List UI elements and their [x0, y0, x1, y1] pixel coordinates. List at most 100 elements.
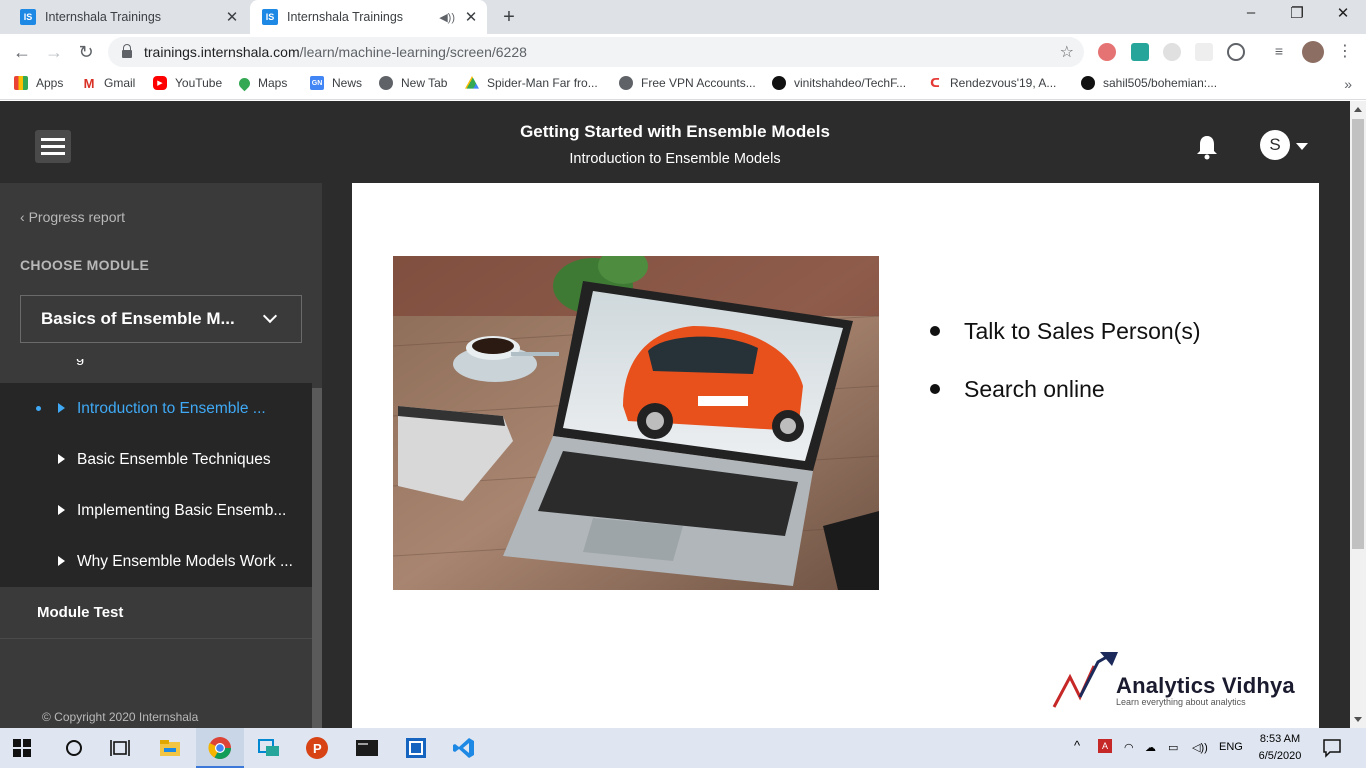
new-tab-button[interactable]: +: [499, 6, 519, 29]
windows-start-icon[interactable]: [13, 739, 31, 757]
laptop-car-photo: [393, 256, 879, 590]
github-icon: [772, 76, 786, 90]
caret-down-icon[interactable]: [1296, 143, 1308, 150]
vscode-icon[interactable]: [452, 736, 476, 760]
volume-icon[interactable]: ◁)): [1192, 741, 1208, 754]
youtube-icon: ▶: [153, 76, 167, 90]
lesson-item-implementing[interactable]: Implementing Basic Ensemb...: [0, 485, 312, 536]
bullet-item: Search online: [930, 374, 1200, 404]
remote-share-icon[interactable]: [257, 736, 281, 760]
bookmark-free-vpn[interactable]: Free VPN Accounts...: [619, 76, 756, 90]
windows-taskbar: P ^ A ◠ ☁ ▭ ◁)) ENG 8:53 AM 6/5/2020: [0, 728, 1366, 768]
globe-icon: [619, 76, 633, 90]
bookmark-apps[interactable]: Apps: [14, 76, 63, 90]
choose-module-heading: CHOOSE MODULE: [20, 257, 150, 273]
restore-window-button[interactable]: ❐: [1282, 4, 1312, 22]
selected-module-label: Basics of Ensemble M...: [41, 309, 235, 328]
bookmark-techf[interactable]: vinitshahdeo/TechF...: [772, 76, 906, 90]
wifi-icon[interactable]: ◠: [1124, 741, 1134, 754]
scrollbar-thumb[interactable]: [1352, 119, 1364, 549]
media-control-icon[interactable]: ≡: [1270, 43, 1288, 61]
terminal-app-icon[interactable]: [355, 736, 379, 760]
cloud-icon[interactable]: ☁: [1145, 741, 1156, 754]
system-clock[interactable]: 8:53 AM 6/5/2020: [1250, 731, 1310, 765]
tray-expand-chevron-icon[interactable]: ^: [1074, 738, 1080, 753]
close-tab-icon[interactable]: ✕: [461, 8, 481, 26]
svg-text:P: P: [313, 741, 322, 756]
chrome-icon[interactable]: [208, 736, 232, 760]
scroll-down-arrow-icon[interactable]: [1354, 717, 1362, 722]
lesson-label: Implementing Basic Ensemb...: [77, 501, 287, 519]
bullet-item: Talk to Sales Person(s): [930, 316, 1200, 346]
extension-code-icon[interactable]: [1227, 43, 1245, 61]
browser-toolbar: ← → ↻ trainings.internshala.com/learn/ma…: [0, 34, 1366, 70]
forward-arrow-icon[interactable]: →: [42, 40, 66, 64]
search-icon[interactable]: [62, 736, 86, 760]
lesson-item-basic-techniques[interactable]: Basic Ensemble Techniques: [0, 434, 312, 485]
browser-tab-1[interactable]: IS Internshala Trainings ✕: [8, 0, 248, 34]
play-triangle-icon: [58, 403, 65, 413]
module-test-item[interactable]: Module Test: [0, 587, 312, 639]
lesson-item-introduction[interactable]: Introduction to Ensemble ...: [0, 383, 312, 434]
user-avatar[interactable]: S: [1260, 130, 1290, 160]
postman-p-icon[interactable]: P: [305, 736, 329, 760]
audio-playing-icon[interactable]: ◀)): [439, 11, 455, 24]
lesson-item-why-work[interactable]: Why Ensemble Models Work ...: [0, 536, 312, 587]
bracket-app-icon[interactable]: [404, 736, 428, 760]
chrome-menu-icon[interactable]: ⋮: [1336, 43, 1354, 61]
progress-report-link[interactable]: ‹ Progress report: [20, 209, 125, 225]
copyright-text: © Copyright 2020 Internshala: [42, 710, 199, 724]
lesson-label: Why Ensemble Models Work ...: [77, 552, 293, 570]
extension-gear-icon[interactable]: [1163, 43, 1181, 61]
lesson-label: Basic Ensemble Techniques: [77, 450, 271, 468]
tab-title: Internshala Trainings: [45, 10, 162, 24]
github-icon: [1081, 76, 1095, 90]
acrobat-tray-icon[interactable]: A: [1098, 739, 1112, 753]
bookmark-spiderman[interactable]: Spider-Man Far fro...: [465, 76, 598, 90]
current-lesson-dot-icon: [36, 406, 41, 411]
more-bookmarks-icon[interactable]: »: [1344, 76, 1352, 92]
course-sidebar: ‹ Progress report CHOOSE MODULE Basics o…: [0, 183, 322, 728]
bookmark-new-tab[interactable]: New Tab: [379, 76, 447, 90]
play-triangle-icon: [58, 556, 65, 566]
close-window-button[interactable]: ✕: [1328, 4, 1358, 22]
back-arrow-icon[interactable]: ←: [10, 40, 34, 64]
sidebar-scrollbar[interactable]: [312, 388, 322, 728]
scroll-up-arrow-icon[interactable]: [1354, 107, 1362, 112]
lesson-list: g Introduction to Ensemble ... Basic Ens…: [0, 359, 312, 639]
minimize-window-button[interactable]: –: [1236, 4, 1266, 21]
close-tab-icon[interactable]: ✕: [222, 8, 242, 26]
bookmark-gmail[interactable]: M Gmail: [82, 76, 135, 91]
play-triangle-icon: [58, 505, 65, 515]
slide-bullets: Talk to Sales Person(s) Search online: [930, 316, 1200, 432]
extension-grid-icon[interactable]: [1195, 43, 1213, 61]
tab-title: Internshala Trainings: [287, 10, 404, 24]
bookmark-star-icon[interactable]: ☆: [1060, 42, 1074, 62]
page-scrollbar[interactable]: [1350, 101, 1366, 728]
bookmark-rendezvous[interactable]: ᑕ Rendezvous'19, A...: [928, 76, 1056, 90]
globe-icon: [379, 76, 393, 90]
bookmark-youtube[interactable]: ▶ YouTube: [153, 76, 222, 90]
address-bar[interactable]: trainings.internshala.com/learn/machine-…: [108, 37, 1084, 67]
chevron-left-icon: ‹: [20, 209, 29, 225]
file-explorer-icon[interactable]: [158, 736, 182, 760]
clock-time: 8:53 AM: [1259, 733, 1301, 745]
browser-tab-strip: IS Internshala Trainings ✕ IS Internshal…: [0, 0, 1366, 34]
bookmark-bohemian[interactable]: sahil505/bohemian:...: [1081, 76, 1217, 90]
bookmark-news[interactable]: GN News: [310, 76, 362, 90]
module-dropdown[interactable]: Basics of Ensemble M...: [20, 295, 302, 343]
extension-record-icon[interactable]: [1098, 43, 1116, 61]
task-view-icon[interactable]: [108, 736, 132, 760]
action-center-icon[interactable]: [1322, 738, 1342, 758]
module-subtitle: Introduction to Ensemble Models: [569, 151, 781, 167]
browser-tab-2-active[interactable]: IS Internshala Trainings ◀)) ✕: [250, 0, 487, 34]
profile-avatar[interactable]: [1302, 41, 1324, 63]
extension-share-icon[interactable]: [1131, 43, 1149, 61]
apps-grid-icon: [14, 76, 28, 90]
bookmark-maps[interactable]: Maps: [236, 75, 287, 91]
bookmarks-bar: Apps M Gmail ▶ YouTube Maps GN News New …: [0, 70, 1366, 100]
reload-icon[interactable]: ↻: [74, 40, 98, 64]
battery-icon[interactable]: ▭: [1168, 741, 1178, 754]
language-indicator[interactable]: ENG: [1219, 741, 1243, 753]
notification-bell-icon[interactable]: [1195, 134, 1219, 160]
